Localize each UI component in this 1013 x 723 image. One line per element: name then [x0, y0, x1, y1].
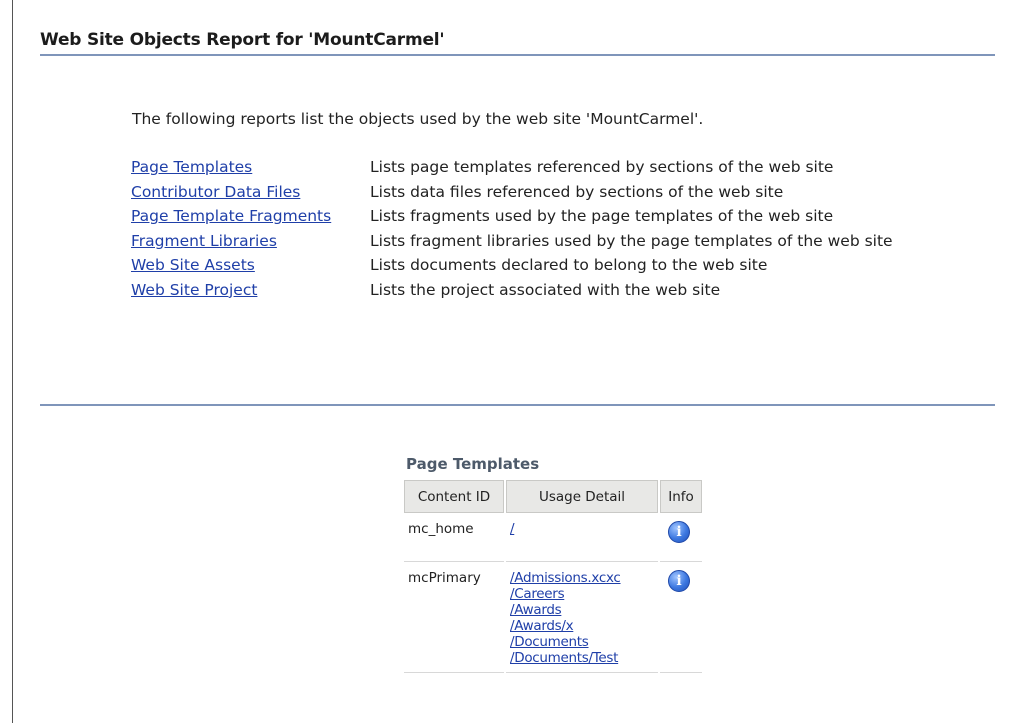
report-description: Lists data files referenced by sections …	[370, 182, 784, 201]
window-left-border	[12, 0, 13, 723]
usage-link[interactable]: /Documents	[510, 634, 654, 650]
report-description: Lists fragments used by the page templat…	[370, 207, 834, 225]
intro-text: The following reports list the objects u…	[132, 110, 704, 128]
report-description: Lists fragment libraries used by the pag…	[370, 231, 893, 250]
usage-detail-cell: /Admissions.xcxc /Careers /Awards /Award…	[506, 564, 658, 673]
usage-detail-cell: /	[506, 515, 658, 562]
usage-link[interactable]: /Awards	[510, 602, 654, 618]
page-templates-link[interactable]: Page Templates	[131, 158, 252, 176]
usage-link[interactable]: /Careers	[510, 586, 654, 602]
report-description: Lists the project associated with the we…	[370, 280, 721, 299]
content-id-cell: mc_home	[404, 515, 504, 562]
usage-link[interactable]: /Documents/Test	[510, 650, 654, 666]
column-header-info[interactable]: Info	[660, 480, 702, 513]
fragment-libraries-link[interactable]: Fragment Libraries	[131, 232, 277, 250]
usage-link[interactable]: /Awards/x	[510, 618, 654, 634]
page-title: Web Site Objects Report for 'MountCarmel…	[40, 30, 445, 50]
report-description: Lists documents declared to belong to th…	[370, 256, 768, 274]
content-id-cell: mcPrimary	[404, 564, 504, 673]
web-site-project-link[interactable]: Web Site Project	[131, 281, 257, 299]
contributor-data-files-link[interactable]: Contributor Data Files	[131, 183, 300, 201]
column-header-usage-detail[interactable]: Usage Detail	[506, 480, 658, 513]
title-divider	[40, 54, 995, 56]
web-site-assets-link[interactable]: Web Site Assets	[131, 256, 255, 274]
table-header-row: Content ID Usage Detail Info	[404, 480, 702, 513]
info-icon[interactable]: i	[668, 570, 690, 592]
info-cell: i	[660, 515, 702, 562]
column-header-content-id[interactable]: Content ID	[404, 480, 504, 513]
page-templates-table: Content ID Usage Detail Info mc_home / i…	[402, 478, 704, 675]
page-templates-heading: Page Templates	[406, 455, 540, 473]
report-description: Lists page templates referenced by secti…	[370, 158, 834, 176]
info-icon[interactable]: i	[668, 521, 690, 543]
table-row: mcPrimary /Admissions.xcxc /Careers /Awa…	[404, 564, 702, 673]
info-cell: i	[660, 564, 702, 673]
section-divider	[40, 404, 995, 406]
page-template-fragments-link[interactable]: Page Template Fragments	[131, 207, 331, 225]
usage-link[interactable]: /Admissions.xcxc	[510, 570, 654, 586]
usage-link[interactable]: /	[510, 521, 654, 537]
table-row: mc_home / i	[404, 515, 702, 562]
